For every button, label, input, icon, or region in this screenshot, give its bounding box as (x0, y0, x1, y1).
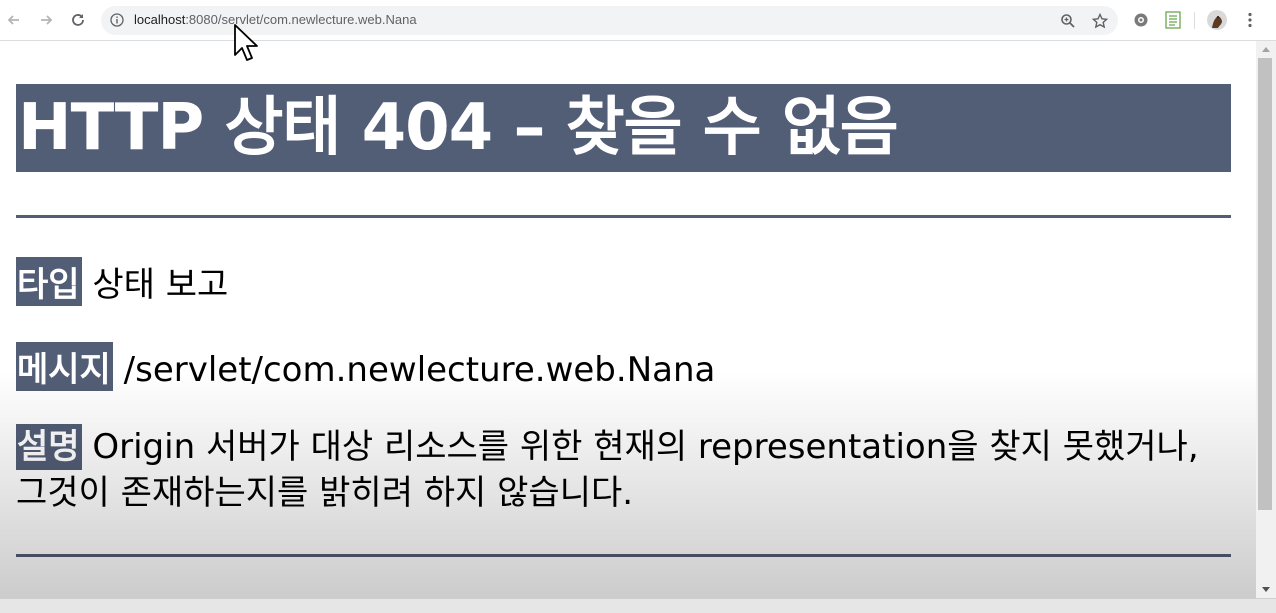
extension-sheet-icon (1165, 11, 1181, 29)
scroll-up-arrow-icon[interactable] (1262, 47, 1270, 52)
reload-icon (72, 14, 84, 26)
profile-button[interactable] (1207, 10, 1227, 30)
back-button[interactable] (2, 8, 26, 32)
description-value: Origin 서버가 대상 리소스를 위한 현재의 representation… (16, 427, 1199, 513)
zoom-button[interactable] (1059, 12, 1077, 30)
description-row: 설명 Origin 서버가 대상 리소스를 위한 현재의 representat… (16, 424, 1226, 516)
divider-top (16, 215, 1231, 218)
reload-button[interactable] (66, 8, 90, 32)
vertical-scrollbar[interactable] (1256, 41, 1276, 598)
forward-button[interactable] (34, 8, 58, 32)
info-icon[interactable] (110, 13, 124, 27)
url-path: :8080/servlet/com.newlecture.web.Nana (185, 12, 417, 27)
scrollbar-thumb[interactable] (1258, 58, 1272, 510)
browser-toolbar: localhost:8080/servlet/com.newlecture.we… (0, 0, 1276, 41)
extension-gear-button[interactable] (1131, 10, 1151, 30)
type-row: 타입 상태 보고 (16, 257, 228, 306)
divider-bottom (16, 554, 1231, 557)
url-text[interactable]: localhost:8080/servlet/com.newlecture.we… (134, 12, 417, 27)
toolbar-divider (1194, 12, 1195, 29)
bookmark-button[interactable] (1091, 12, 1109, 30)
page-viewport: HTTP 상태 404 – 찾을 수 없음 타입 상태 보고 메시지 /serv… (0, 41, 1256, 598)
mouse-cursor-icon (234, 24, 258, 61)
back-icon (7, 15, 19, 25)
bookmark-star-icon (1092, 13, 1108, 29)
bottom-bar (0, 598, 1276, 613)
forward-icon (41, 15, 53, 25)
scroll-down-arrow-icon[interactable] (1262, 587, 1270, 592)
url-host: localhost (134, 12, 186, 27)
browser-menu-button[interactable] (1240, 10, 1260, 30)
extension-sheet-button[interactable] (1163, 10, 1183, 30)
message-value: /servlet/com.newlecture.web.Nana (123, 350, 716, 390)
profile-avatar-icon (1207, 10, 1227, 30)
message-row: 메시지 /servlet/com.newlecture.web.Nana (16, 342, 715, 391)
extension-gear-icon (1134, 13, 1148, 27)
message-label: 메시지 (16, 342, 113, 391)
error-heading: HTTP 상태 404 – 찾을 수 없음 (16, 84, 1231, 172)
type-label: 타입 (16, 257, 82, 306)
menu-kebab-icon (1248, 12, 1252, 28)
description-label: 설명 (16, 424, 82, 470)
type-value: 상태 보고 (92, 265, 229, 305)
zoom-icon (1061, 14, 1075, 28)
